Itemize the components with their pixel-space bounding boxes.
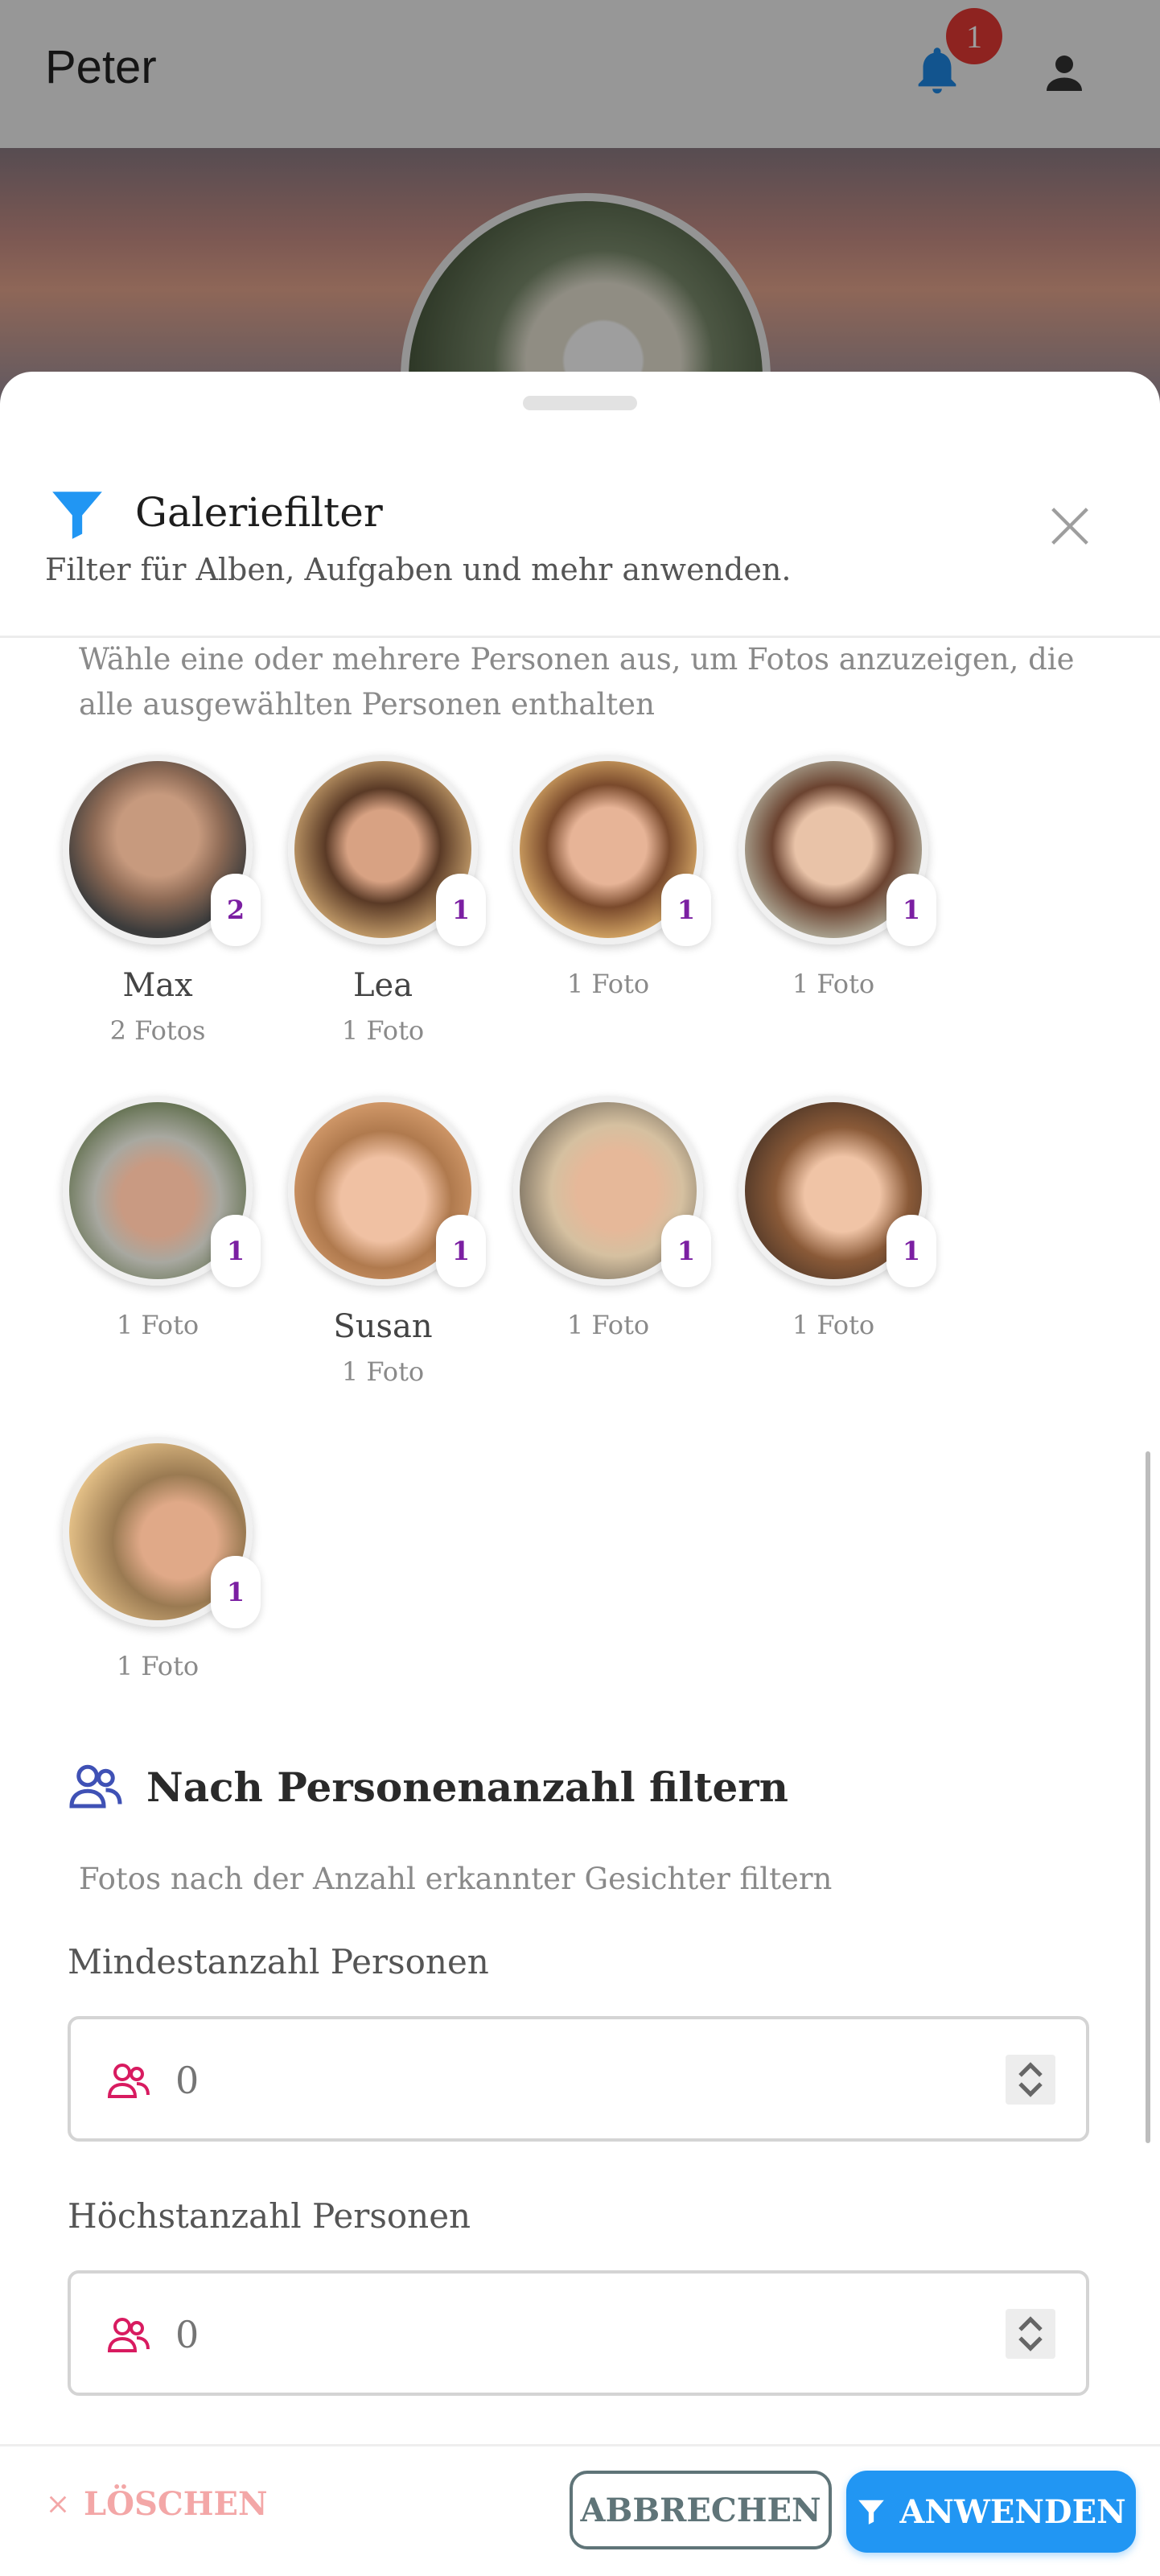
photo-count-badge: 2 [211, 874, 261, 946]
person-photo-count: 1 Foto [792, 1310, 875, 1340]
person-photo-count: 2 Fotos [109, 1015, 206, 1046]
drag-handle[interactable] [523, 396, 637, 410]
avatar: 2 [63, 755, 261, 946]
people-intro: Wähle eine oder mehrere Personen aus, um… [79, 642, 1075, 722]
person-photo-count: 1 Foto [341, 1015, 425, 1046]
gallery-filter-sheet: Galeriefilter Filter für Alben, Aufgaben… [0, 372, 1160, 2576]
photo-count-badge: 1 [661, 1215, 711, 1287]
close-icon [49, 2496, 67, 2512]
max-persons-field[interactable] [68, 2270, 1089, 2396]
avatar: 1 [288, 755, 486, 946]
people-icon [107, 2318, 150, 2352]
count-filter-title: Nach Personenanzahl filtern [146, 1763, 788, 1811]
stepper-icon[interactable] [1006, 2309, 1055, 2359]
person-photo-count: 1 Foto [116, 1310, 200, 1340]
person-photo-count: 1 Foto [566, 1310, 650, 1340]
min-persons-field[interactable] [68, 2016, 1089, 2142]
person-photo-count: 1 Foto [341, 1356, 425, 1387]
apply-button[interactable]: ANWENDEN [846, 2471, 1136, 2553]
people-icon [107, 2064, 150, 2098]
person-item[interactable]: 1 1 Foto [737, 755, 936, 999]
stepper-icon[interactable] [1006, 2055, 1055, 2105]
apply-button-label: ANWENDEN [899, 2492, 1126, 2531]
clear-button[interactable]: LÖSCHEN [47, 2485, 268, 2523]
cancel-button[interactable]: ABBRECHEN [570, 2471, 832, 2549]
avatar: 1 [738, 755, 936, 946]
person-item[interactable]: 1 Lea 1 Foto [286, 755, 486, 1046]
person-name: Susan [333, 1308, 433, 1345]
person-item[interactable]: 1 Susan 1 Foto [286, 1096, 486, 1387]
min-persons-label: Mindestanzahl Personen [68, 1942, 489, 1981]
min-persons-input[interactable] [174, 2043, 981, 2117]
scrollbar[interactable] [1146, 1451, 1150, 2143]
sheet-subtitle: Filter für Alben, Aufgaben und mehr anwe… [45, 552, 792, 587]
person-photo-count: 1 Foto [116, 1651, 200, 1681]
person-item[interactable]: 2 Max 2 Fotos [61, 755, 261, 1046]
person-name: Lea [352, 967, 413, 1004]
person-item[interactable]: 1 1 Foto [61, 1096, 261, 1340]
sheet-footer: LÖSCHEN ABBRECHEN ANWENDEN [0, 2444, 1160, 2576]
photo-count-badge: 1 [436, 1215, 486, 1287]
close-icon[interactable] [1044, 500, 1096, 552]
filter-icon [52, 492, 102, 539]
person-item[interactable]: 1 1 Foto [512, 755, 711, 999]
photo-count-badge: 1 [436, 874, 486, 946]
avatar: 1 [738, 1096, 936, 1287]
avatar: 1 [513, 1096, 711, 1287]
photo-count-badge: 1 [661, 874, 711, 946]
max-persons-input[interactable] [174, 2298, 981, 2372]
avatar: 1 [63, 1096, 261, 1287]
photo-count-badge: 1 [211, 1215, 261, 1287]
filter-icon [858, 2500, 885, 2525]
clear-button-label: LÖSCHEN [84, 2485, 268, 2523]
person-item[interactable]: 1 1 Foto [737, 1096, 936, 1340]
max-persons-label: Höchstanzahl Personen [68, 2196, 471, 2236]
sheet-title: Galeriefilter [135, 489, 383, 536]
avatar: 1 [513, 755, 711, 946]
person-name: Max [122, 967, 193, 1004]
people-icon [69, 1764, 122, 1809]
photo-count-badge: 1 [211, 1556, 261, 1628]
photo-count-badge: 1 [886, 1215, 936, 1287]
person-item[interactable]: 1 1 Foto [512, 1096, 711, 1340]
avatar: 1 [63, 1437, 261, 1628]
person-photo-count: 1 Foto [566, 969, 650, 999]
count-filter-subtitle: Fotos nach der Anzahl erkannter Gesichte… [79, 1862, 833, 1896]
person-photo-count: 1 Foto [792, 969, 875, 999]
avatar: 1 [288, 1096, 486, 1287]
person-item[interactable]: 1 1 Foto [61, 1437, 261, 1681]
photo-count-badge: 1 [886, 874, 936, 946]
